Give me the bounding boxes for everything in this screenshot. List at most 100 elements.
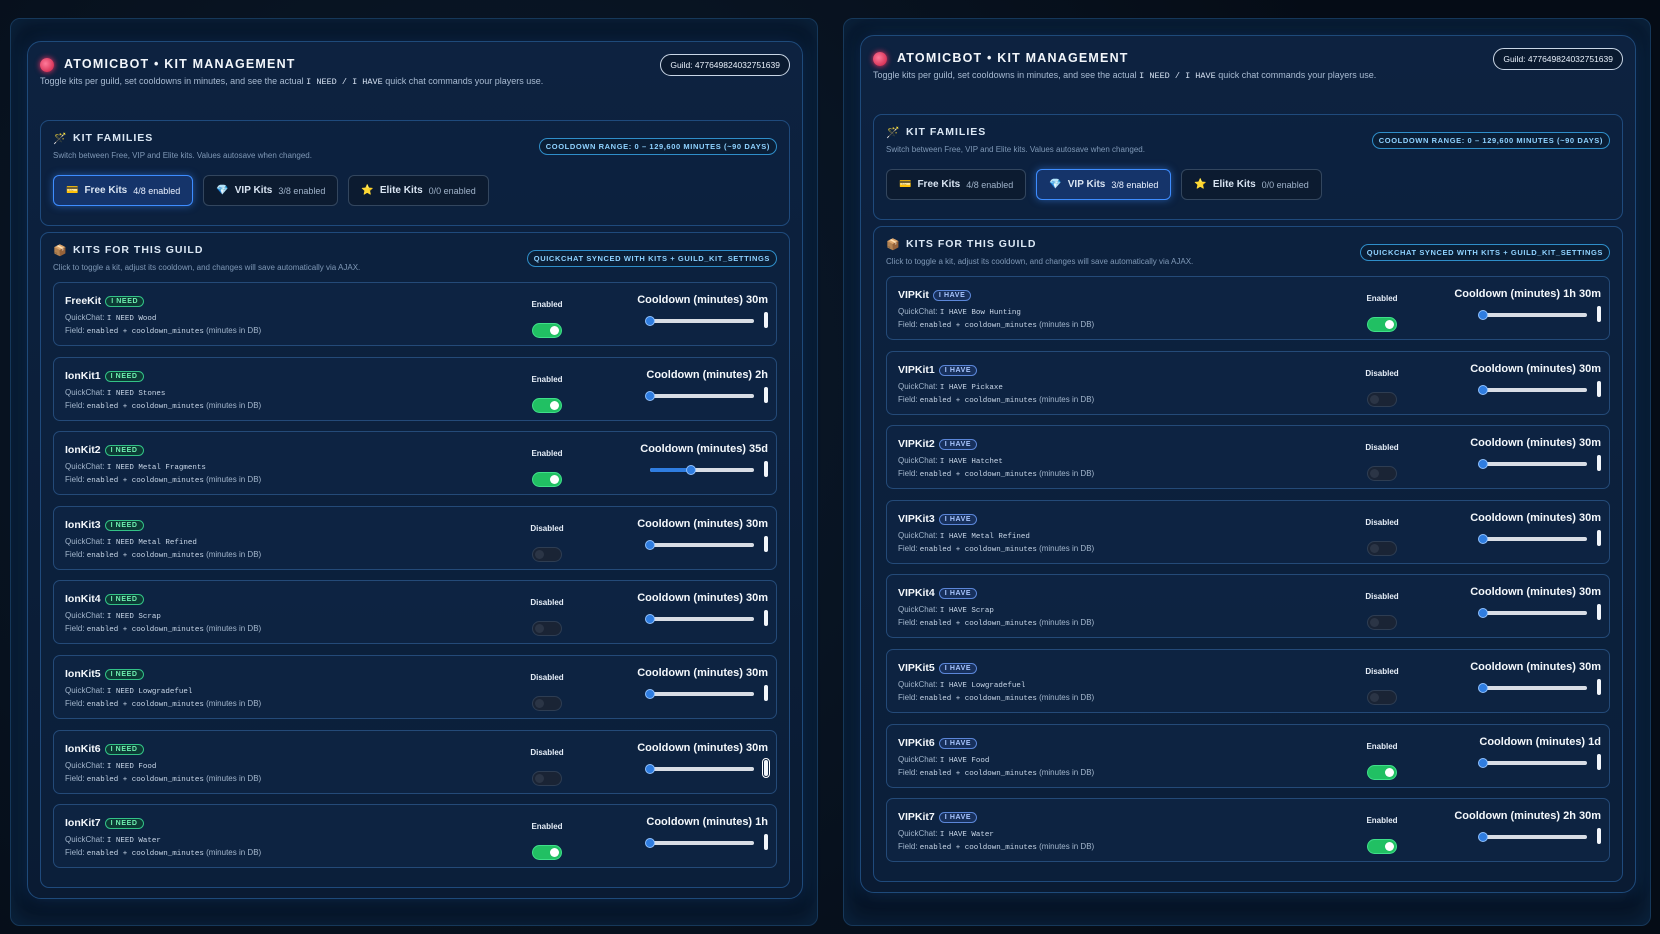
kit-enable-toggle[interactable]: [532, 770, 562, 786]
slider-thumb[interactable]: [1478, 757, 1488, 768]
slider-thumb[interactable]: [1478, 832, 1488, 843]
tab-free-kits[interactable]: 💳 Free Kits 4/8 enabled: [886, 169, 1027, 200]
kit-row[interactable]: IonKit6 I NEED QuickChat: I NEED Food Field…: [53, 729, 777, 794]
slider-thumb[interactable]: [645, 539, 655, 550]
cooldown-slider[interactable]: [645, 316, 754, 326]
cooldown-input-handle[interactable]: [764, 461, 768, 478]
cooldown-input-handle[interactable]: [1597, 380, 1601, 397]
kit-row[interactable]: IonKit2 I NEED QuickChat: I NEED Metal Fra…: [53, 431, 777, 496]
cooldown-slider[interactable]: [1478, 832, 1587, 843]
tab-vip-kits[interactable]: 💎 VIP Kits 3/8 enabled: [203, 175, 339, 206]
slider-thumb[interactable]: [645, 838, 655, 849]
kit-enable-toggle[interactable]: [532, 323, 562, 338]
kit-enable-toggle[interactable]: [1367, 839, 1397, 855]
tab-free-kits[interactable]: 💳 Free Kits 4/8 enabled: [53, 175, 194, 206]
kit-row[interactable]: VIPKit7 I HAVE QuickChat: I HAVE Water Fiel…: [886, 798, 1610, 863]
cooldown-slider[interactable]: [645, 539, 754, 550]
cooldown-input-handle[interactable]: [764, 312, 768, 328]
cooldown-input-handle[interactable]: [1597, 828, 1601, 845]
kit-enable-toggle[interactable]: [532, 695, 562, 711]
cooldown-slider[interactable]: [1478, 757, 1587, 768]
kit-row[interactable]: IonKit5 I NEED QuickChat: I NEED Lowgradef…: [53, 654, 777, 719]
kit-enable-toggle[interactable]: [532, 472, 562, 488]
quickchat-label: QuickChat:: [898, 605, 938, 615]
slider-thumb[interactable]: [645, 390, 655, 401]
kit-row[interactable]: IonKit1 I NEED QuickChat: I NEED Stones Fie…: [53, 356, 777, 421]
cooldown-slider[interactable]: [650, 465, 754, 476]
kit-row[interactable]: VIPKit2 I HAVE QuickChat: I HAVE Hatchet Fi…: [886, 425, 1610, 490]
slider-thumb[interactable]: [1478, 459, 1488, 470]
kit-enable-toggle[interactable]: [1367, 689, 1397, 705]
kit-row[interactable]: VIPKit4 I HAVE QuickChat: I HAVE Scrap Fiel…: [886, 574, 1610, 639]
cooldown-input-handle[interactable]: [764, 535, 768, 552]
cooldown-label: Cooldown (minutes) 30m: [637, 294, 768, 306]
kit-row[interactable]: VIPKit I HAVE QuickChat: I HAVE Bow Huntin…: [886, 276, 1610, 340]
cooldown-slider[interactable]: [1478, 533, 1587, 544]
slider-thumb[interactable]: [645, 316, 655, 326]
tab-elite-kits[interactable]: ⭐ Elite Kits 0/0 enabled: [348, 175, 489, 206]
right-window: ATOMICBOT • KIT MANAGEMENT Toggle kits p…: [843, 18, 1651, 926]
cooldown-slider[interactable]: [1478, 310, 1587, 320]
quickchat-command: I NEED Scrap: [106, 613, 161, 622]
cooldown-slider[interactable]: [645, 838, 754, 849]
kit-row[interactable]: VIPKit6 I HAVE QuickChat: I HAVE Food Field…: [886, 723, 1610, 788]
slider-thumb[interactable]: [1478, 310, 1488, 320]
kit-row[interactable]: IonKit3 I NEED QuickChat: I NEED Metal Ref…: [53, 505, 777, 570]
kit-enable-toggle[interactable]: [532, 845, 562, 861]
kit-enable-toggle[interactable]: [1367, 764, 1397, 780]
slider-thumb[interactable]: [1478, 682, 1488, 693]
kit-row[interactable]: VIPKit5 I HAVE QuickChat: I HAVE Lowgradef…: [886, 648, 1610, 713]
cooldown-slider[interactable]: [645, 763, 754, 774]
kit-row[interactable]: VIPKit1 I HAVE QuickChat: I HAVE Pickaxe Fi…: [886, 350, 1610, 415]
quickchat-sync-pill: QUICKCHAT SYNCED WITH KITS + GUILD_KIT_S…: [526, 250, 777, 267]
slider-thumb[interactable]: [1478, 533, 1488, 544]
kit-enable-toggle[interactable]: [532, 546, 562, 562]
cooldown-input-handle[interactable]: [1597, 455, 1601, 472]
atomicbot-logo-icon: [40, 58, 54, 72]
cooldown-input-handle[interactable]: [764, 386, 768, 403]
cooldown-input-handle[interactable]: [1597, 678, 1601, 695]
kit-row[interactable]: VIPKit3 I HAVE QuickChat: I HAVE Metal Ref…: [886, 499, 1610, 564]
slider-thumb[interactable]: [645, 688, 655, 699]
slider-thumb[interactable]: [685, 465, 696, 476]
cooldown-slider[interactable]: [645, 614, 754, 625]
kit-enable-toggle[interactable]: [1367, 540, 1397, 556]
field-line: Field: enabled + cooldown_minutes (minut…: [65, 550, 261, 560]
quickchat-command: I NEED Metal Refined: [106, 538, 197, 547]
kit-enable-toggle[interactable]: [532, 621, 562, 637]
slider-thumb[interactable]: [645, 614, 655, 625]
kit-enable-toggle[interactable]: [1367, 317, 1397, 332]
kit-name-line: VIPKit4 I HAVE: [898, 587, 978, 600]
tab-elite-kits[interactable]: ⭐ Elite Kits 0/0 enabled: [1181, 169, 1322, 200]
cooldown-slider[interactable]: [1478, 608, 1587, 619]
quickchat-line: QuickChat: I NEED Scrap: [65, 611, 161, 621]
quickchat-command: I HAVE Lowgradefuel: [939, 681, 1026, 690]
kit-name-line: IonKit4 I NEED: [65, 593, 144, 606]
cooldown-input-handle[interactable]: [1597, 529, 1601, 546]
kit-enable-toggle[interactable]: [1367, 391, 1397, 407]
kit-row[interactable]: IonKit7 I NEED QuickChat: I NEED Water Fiel…: [53, 804, 777, 869]
kit-enable-toggle[interactable]: [1367, 615, 1397, 631]
kit-family-tabs: 💳 Free Kits 4/8 enabled 💎 VIP Kits 3/8 enable…: [53, 175, 489, 206]
kit-row[interactable]: IonKit4 I NEED QuickChat: I NEED Scrap Fiel…: [53, 580, 777, 645]
cooldown-slider[interactable]: [1478, 682, 1587, 693]
slider-thumb[interactable]: [645, 763, 655, 774]
kit-enable-toggle[interactable]: [1367, 466, 1397, 482]
cooldown-slider[interactable]: [1478, 459, 1587, 470]
cooldown-input-handle[interactable]: [1597, 306, 1601, 322]
field-name: enabled + cooldown_minutes: [919, 471, 1037, 480]
kit-row[interactable]: FreeKit I NEED QuickChat: I NEED Wood Field…: [53, 282, 777, 346]
slider-thumb[interactable]: [1478, 384, 1488, 395]
cooldown-slider[interactable]: [645, 688, 754, 699]
cooldown-input-handle[interactable]: [764, 684, 768, 701]
cooldown-slider[interactable]: [1478, 384, 1587, 395]
cooldown-slider[interactable]: [645, 390, 754, 401]
cooldown-input-handle[interactable]: [1597, 604, 1601, 621]
cooldown-input-handle[interactable]: [764, 610, 768, 627]
slider-thumb[interactable]: [1478, 608, 1488, 619]
cooldown-input-handle[interactable]: [762, 757, 770, 778]
cooldown-input-handle[interactable]: [764, 834, 768, 851]
tab-vip-kits[interactable]: 💎 VIP Kits 3/8 enabled: [1036, 169, 1172, 200]
kit-enable-toggle[interactable]: [532, 397, 562, 413]
cooldown-input-handle[interactable]: [1597, 753, 1601, 770]
